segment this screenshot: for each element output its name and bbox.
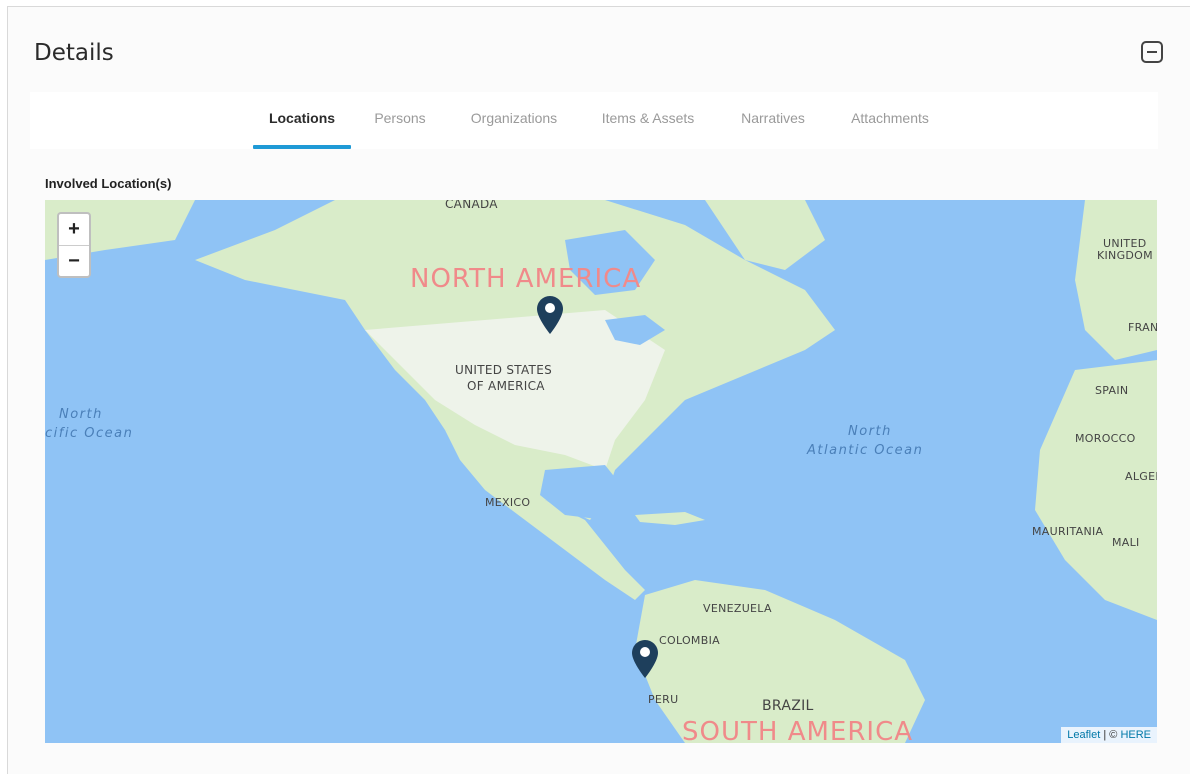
map-label-france: FRAN (1128, 321, 1157, 334)
map-attribution: Leaflet | © HERE (1061, 727, 1157, 743)
map-label-north-atlantic-line1: North (848, 424, 892, 439)
map-label-morocco: MOROCCO (1075, 432, 1136, 445)
map-label-colombia: COLOMBIA (659, 634, 720, 647)
map-label-uk-line2: KINGDOM (1097, 249, 1153, 262)
map-label-usa-line1: UNITED STATES (455, 363, 552, 377)
attribution-separator: | © (1100, 729, 1121, 741)
map-label-north-atlantic-line2: Atlantic Ocean (807, 443, 924, 458)
map-label-north-america: NORTH AMERICA (410, 264, 642, 294)
panel-title: Details (34, 40, 114, 66)
tab-locations[interactable]: Locations (253, 92, 351, 149)
tab-persons[interactable]: Persons (367, 92, 433, 149)
zoom-out-button[interactable]: − (59, 245, 89, 276)
leaflet-link[interactable]: Leaflet (1067, 729, 1100, 741)
tab-organizations[interactable]: Organizations (460, 92, 568, 149)
zoom-control: + − (57, 212, 91, 278)
map-label-spain: SPAIN (1095, 384, 1129, 397)
map-label-mauritania: MAURITANIA (1032, 525, 1104, 538)
here-link[interactable]: HERE (1120, 729, 1151, 741)
map-label-mali: MALI (1112, 536, 1140, 549)
map-label-south-america: SOUTH AMERICA (682, 717, 914, 743)
map-label-mexico: MEXICO (485, 496, 531, 509)
zoom-in-button[interactable]: + (59, 214, 89, 245)
involved-locations-label: Involved Location(s) (45, 176, 172, 191)
tab-attachments[interactable]: Attachments (840, 92, 940, 149)
map-label-brazil: BRAZIL (762, 698, 814, 714)
tab-bar: Locations Persons Organizations Items & … (30, 92, 1158, 149)
map-label-venezuela: VENEZUELA (703, 602, 772, 615)
collapse-icon[interactable] (1141, 41, 1163, 63)
tab-items-assets[interactable]: Items & Assets (593, 92, 703, 149)
map-marker-icon[interactable] (537, 296, 563, 334)
map-label-canada: CANADA (445, 200, 498, 211)
map-label-north-pacific-line1: North (59, 407, 103, 422)
location-map[interactable]: + − CANADA NORTH AMERICA UNITED STATES O… (45, 200, 1157, 743)
map-marker-icon[interactable] (632, 640, 658, 678)
map-label-peru: PERU (648, 693, 679, 706)
map-label-algeria: ALGEF (1125, 470, 1157, 483)
tab-narratives[interactable]: Narratives (732, 92, 814, 149)
map-label-north-pacific-line2: cific Ocean (45, 426, 134, 441)
map-label-usa-line2: OF AMERICA (467, 379, 545, 393)
